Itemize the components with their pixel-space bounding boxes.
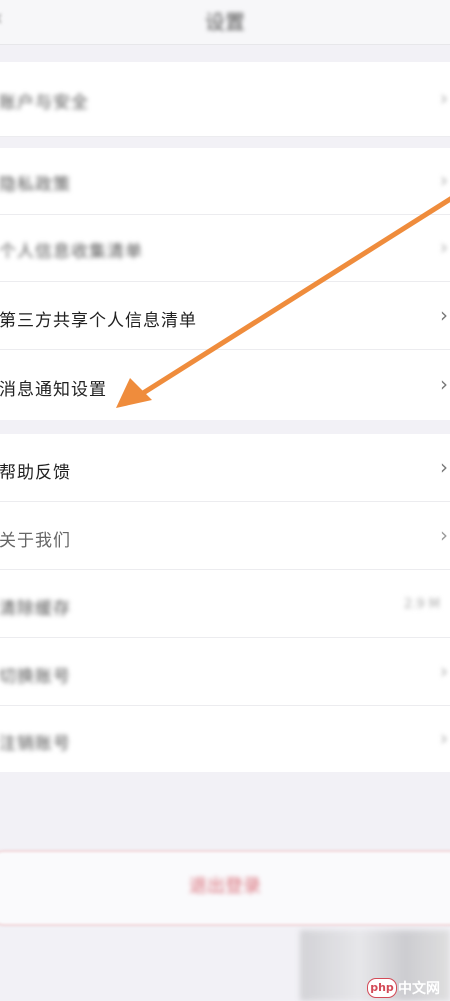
annotation-arrow-icon (116, 196, 450, 408)
php-logo-icon: php (367, 978, 397, 998)
watermark-site-name: 中文网 (398, 981, 440, 997)
